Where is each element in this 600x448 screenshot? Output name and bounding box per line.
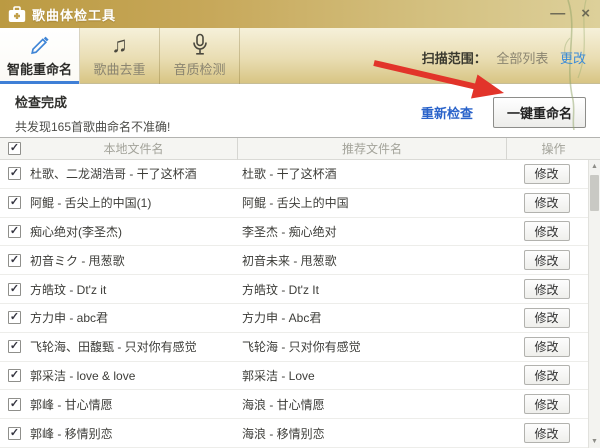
suggested-filename: 海浪 - 移情别恋	[242, 426, 325, 441]
vertical-scrollbar[interactable]: ▲ ▼	[588, 160, 600, 448]
microphone-icon	[190, 31, 210, 57]
scan-scope-value: 全部列表	[496, 51, 549, 66]
scroll-up-icon[interactable]: ▲	[589, 163, 600, 170]
local-filename: 初音ミク - 甩葱歌	[30, 253, 125, 268]
local-filename: 方皓玟 - Dt'z it	[30, 282, 107, 297]
edit-button[interactable]: 修改	[523, 365, 570, 386]
row-checkbox[interactable]: ✓	[8, 253, 21, 267]
suggested-filename: 飞轮海 - 只对你有感觉	[242, 340, 361, 355]
table-row: ✓ 方力申 - abc君 方力申 - Abc君 修改	[0, 304, 588, 333]
tab-label: 歌曲去重	[93, 62, 146, 77]
suggested-filename: 阿鲲 - 舌尖上的中国	[242, 196, 349, 211]
suggested-filename: 李圣杰 - 痴心绝对	[242, 224, 337, 239]
first-aid-kit-icon	[8, 5, 26, 22]
edit-button[interactable]: 修改	[523, 336, 570, 357]
select-all-checkbox[interactable]: ✓	[8, 142, 21, 155]
row-checkbox[interactable]: ✓	[8, 196, 21, 210]
edit-button[interactable]: 修改	[523, 221, 570, 242]
scroll-down-icon[interactable]: ▼	[589, 438, 600, 445]
edit-button[interactable]: 修改	[523, 394, 570, 415]
music-note-icon: ♫	[111, 32, 128, 57]
pencil-icon	[28, 31, 52, 57]
row-checkbox[interactable]: ✓	[8, 282, 21, 296]
edit-button[interactable]: 修改	[523, 192, 570, 213]
edit-button[interactable]: 修改	[523, 423, 570, 444]
local-filename: 郭峰 - 移情别恋	[30, 426, 113, 441]
suggested-filename: 方皓玟 - Dt'z It	[242, 282, 319, 297]
row-checkbox[interactable]: ✓	[8, 224, 21, 238]
suggested-filename: 方力申 - Abc君	[242, 311, 322, 326]
column-header-suggested: 推荐文件名	[341, 142, 402, 156]
close-button[interactable]: ×	[581, 0, 590, 28]
edit-button[interactable]: 修改	[523, 279, 570, 300]
table-row: ✓ 郭采洁 - love & love 郭采洁 - Love 修改	[0, 362, 588, 391]
local-filename: 郭采洁 - love & love	[30, 368, 136, 383]
tab-quality-check[interactable]: 音质检测	[160, 28, 240, 84]
tab-label: 智能重命名	[6, 62, 72, 77]
local-filename: 痴心绝对(李圣杰)	[30, 224, 122, 239]
table-row: ✓ 阿鲲 - 舌尖上的中国(1) 阿鲲 - 舌尖上的中国 修改	[0, 189, 588, 218]
local-filename: 阿鲲 - 舌尖上的中国(1)	[30, 196, 152, 211]
table-row: ✓ 郭峰 - 移情别恋 海浪 - 移情别恋 修改	[0, 419, 588, 448]
table-row: ✓ 杜歌、二龙湖浩哥 - 干了这杯酒 杜歌 - 干了这杯酒 修改	[0, 160, 588, 189]
rename-all-button[interactable]: 一键重命名	[492, 97, 586, 128]
tab-dedupe[interactable]: ♫ 歌曲去重	[80, 28, 160, 84]
window-title: 歌曲体检工具	[32, 7, 117, 23]
row-checkbox[interactable]: ✓	[8, 340, 21, 354]
table-row: ✓ 郭峰 - 甘心情愿 海浪 - 甘心情愿 修改	[0, 390, 588, 420]
row-checkbox[interactable]: ✓	[8, 311, 21, 325]
suggested-filename: 郭采洁 - Love	[242, 368, 315, 383]
tab-smart-rename[interactable]: 智能重命名	[0, 28, 80, 85]
suggested-filename: 杜歌 - 干了这杯酒	[242, 167, 337, 182]
scan-scope: 扫描范围： 全部列表 更改	[422, 48, 586, 67]
tab-label: 音质检测	[173, 62, 226, 77]
local-filename: 方力申 - abc君	[30, 311, 109, 326]
row-checkbox[interactable]: ✓	[8, 167, 21, 181]
table-row: ✓ 痴心绝对(李圣杰) 李圣杰 - 痴心绝对 修改	[0, 218, 588, 247]
change-scope-link[interactable]: 更改	[560, 51, 586, 66]
edit-button[interactable]: 修改	[523, 250, 570, 271]
scan-scope-label: 扫描范围：	[421, 51, 487, 66]
local-filename: 飞轮海、田馥甄 - 只对你有感觉	[30, 340, 197, 355]
row-checkbox[interactable]: ✓	[8, 368, 21, 382]
suggested-filename: 海浪 - 甘心情愿	[242, 397, 325, 412]
table-body: ✓ 杜歌、二龙湖浩哥 - 干了这杯酒 杜歌 - 干了这杯酒 修改 ✓ 阿鲲 - …	[0, 160, 600, 448]
row-checkbox[interactable]: ✓	[8, 426, 21, 440]
column-header-local: 本地文件名	[103, 142, 164, 156]
edit-button[interactable]: 修改	[523, 307, 570, 328]
table-row: ✓ 方皓玟 - Dt'z it 方皓玟 - Dt'z It 修改	[0, 275, 588, 304]
local-filename: 杜歌、二龙湖浩哥 - 干了这杯酒	[30, 167, 197, 182]
row-checkbox[interactable]: ✓	[8, 397, 21, 411]
status-strip: 检查完成 共发现165首歌曲命名不准确! 重新检查 一键重命名	[0, 84, 600, 138]
local-filename: 郭峰 - 甘心情愿	[30, 397, 113, 412]
table-row: ✓ 飞轮海、田馥甄 - 只对你有感觉 飞轮海 - 只对你有感觉 修改	[0, 333, 588, 362]
edit-button[interactable]: 修改	[523, 163, 570, 184]
titlebar: 歌曲体检工具	[0, 0, 600, 28]
suggested-filename: 初音未来 - 甩葱歌	[242, 253, 337, 268]
recheck-link[interactable]: 重新检查	[421, 103, 473, 122]
minimize-button[interactable]: —	[550, 0, 565, 28]
table-row: ✓ 初音ミク - 甩葱歌 初音未来 - 甩葱歌 修改	[0, 246, 588, 276]
scrollbar-thumb[interactable]	[590, 175, 599, 211]
table-header: ✓ 本地文件名 推荐文件名 操作	[0, 137, 600, 160]
song-checkup-window: 歌曲体检工具 — × 智能重命名 ♫ 歌曲去重 音质检测 扫描范围： 全部列表 …	[0, 0, 600, 448]
column-header-action: 操作	[541, 142, 566, 156]
